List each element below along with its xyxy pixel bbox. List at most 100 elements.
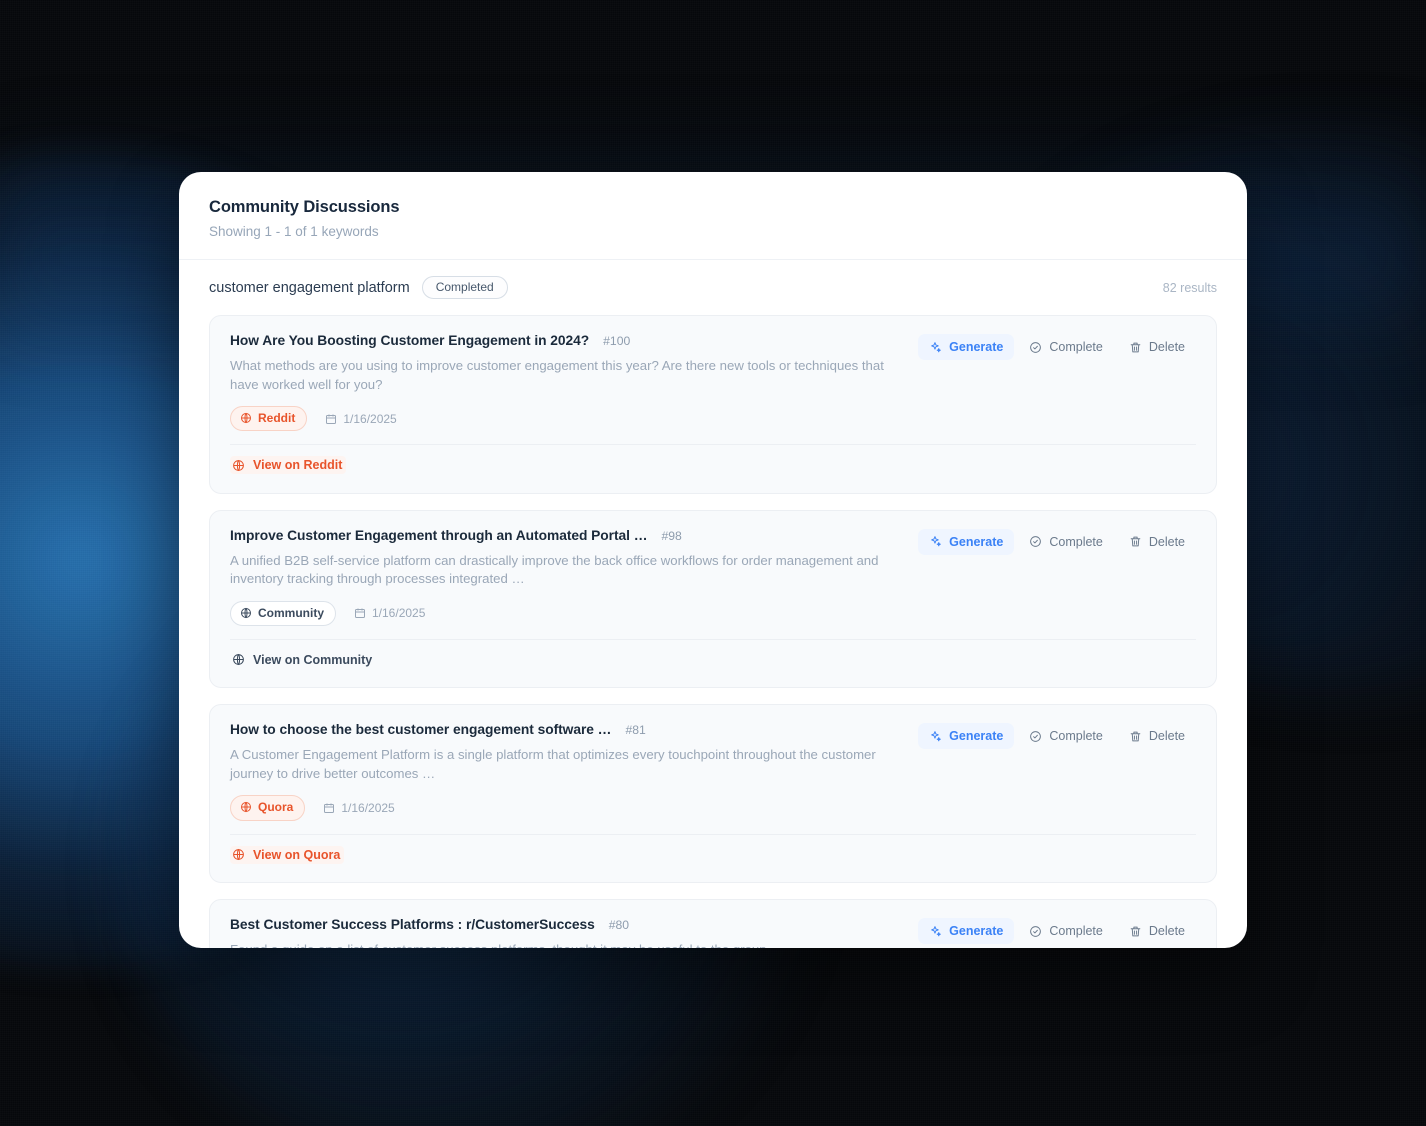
trash-icon xyxy=(1129,341,1142,354)
date-chip: 1/16/2025 xyxy=(325,411,397,426)
card-footer: View on Community xyxy=(230,638,1196,682)
discussion-title: How Are You Boosting Customer Engagement… xyxy=(230,333,590,348)
date-label: 1/16/2025 xyxy=(341,800,395,815)
trash-icon xyxy=(1129,730,1142,743)
date-label: 1/16/2025 xyxy=(372,606,426,621)
calendar-icon xyxy=(354,607,366,619)
card-meta-row: Community 1/16/2025 xyxy=(230,600,900,626)
generate-label: Generate xyxy=(949,729,1004,744)
source-badge: Community xyxy=(230,600,336,626)
results-count: 82 results xyxy=(1162,280,1217,295)
check-circle-icon xyxy=(1029,341,1042,354)
delete-button[interactable]: Delete xyxy=(1118,529,1196,555)
discussion-number: #98 xyxy=(661,528,682,543)
globe-icon xyxy=(240,801,252,813)
card-meta-row: Quora 1/16/2025 xyxy=(230,795,900,821)
complete-button[interactable]: Complete xyxy=(1018,529,1114,555)
globe-icon xyxy=(240,607,252,619)
discussion-title: How to choose the best customer engageme… xyxy=(230,722,612,738)
discussion-description: A Customer Engagement Platform is a sing… xyxy=(230,747,876,781)
discussion-card: How Are You Boosting Customer Engagement… xyxy=(209,315,1217,494)
generate-button[interactable]: Generate xyxy=(918,528,1015,555)
page-title: Community Discussions xyxy=(209,198,400,216)
generate-label: Generate xyxy=(949,534,1004,549)
delete-label: Delete xyxy=(1148,729,1185,744)
globe-icon xyxy=(232,653,245,666)
discussion-description: Found a guide on a list of customer succ… xyxy=(230,941,900,948)
discussion-card: Improve Customer Engagement through an A… xyxy=(209,509,1217,689)
card-action-group: Generate Complete Delete xyxy=(918,528,1196,555)
view-source-link[interactable]: View on Reddit xyxy=(230,456,347,475)
date-label: 1/16/2025 xyxy=(343,411,397,426)
discussion-title: Improve Customer Engagement through an A… xyxy=(230,527,648,543)
discussion-number: #100 xyxy=(603,334,631,348)
view-source-label: View on Community xyxy=(253,652,373,667)
card-title-row: Best Customer Success Platforms : r/Cust… xyxy=(230,917,900,932)
discussion-title: Best Customer Success Platforms : r/Cust… xyxy=(230,917,595,933)
source-label: Community xyxy=(258,605,324,620)
card-footer: View on Quora xyxy=(230,833,1196,877)
view-source-link[interactable]: View on Community xyxy=(230,651,376,669)
card-body: How Are You Boosting Customer Engagement… xyxy=(230,333,1196,432)
delete-button[interactable]: Delete xyxy=(1118,918,1196,944)
card-title-row: How to choose the best customer engageme… xyxy=(230,722,900,737)
complete-label: Complete xyxy=(1049,534,1103,549)
card-content: How to choose the best customer engageme… xyxy=(230,722,918,821)
card-title-row: How Are You Boosting Customer Engagement… xyxy=(230,333,900,348)
complete-button[interactable]: Complete xyxy=(1018,723,1114,749)
card-content: How Are You Boosting Customer Engagement… xyxy=(230,333,918,432)
keyword-label: customer engagement platform xyxy=(209,279,410,296)
card-body: Best Customer Success Platforms : r/Cust… xyxy=(230,917,1196,948)
results-summary: Showing 1 - 1 of 1 keywords xyxy=(209,224,379,239)
globe-icon xyxy=(232,848,245,861)
date-chip: 1/16/2025 xyxy=(323,800,395,815)
trash-icon xyxy=(1129,925,1142,938)
source-badge: Quora xyxy=(230,795,306,821)
source-label: Reddit xyxy=(258,411,296,425)
card-footer: View on Reddit xyxy=(230,444,1196,487)
delete-button[interactable]: Delete xyxy=(1118,334,1196,360)
card-content: Improve Customer Engagement through an A… xyxy=(230,528,918,626)
delete-label: Delete xyxy=(1148,924,1185,939)
delete-label: Delete xyxy=(1148,340,1185,354)
discussion-card: How to choose the best customer engageme… xyxy=(209,704,1217,884)
sparkle-icon xyxy=(929,925,942,938)
view-source-link[interactable]: View on Quora xyxy=(230,845,345,864)
check-circle-icon xyxy=(1029,535,1042,548)
delete-button[interactable]: Delete xyxy=(1118,723,1196,749)
card-body: Improve Customer Engagement through an A… xyxy=(230,528,1196,626)
complete-button[interactable]: Complete xyxy=(1018,918,1114,944)
generate-button[interactable]: Generate xyxy=(918,723,1015,750)
source-label: Quora xyxy=(258,800,294,815)
discussion-number: #81 xyxy=(625,723,646,738)
view-source-label: View on Quora xyxy=(253,847,341,862)
sparkle-icon xyxy=(929,730,942,743)
calendar-icon xyxy=(323,802,335,814)
complete-label: Complete xyxy=(1049,924,1103,939)
discussion-description: What methods are you using to improve cu… xyxy=(230,358,884,392)
date-chip: 1/16/2025 xyxy=(354,606,425,620)
status-badge: Completed xyxy=(421,276,508,299)
card-action-group: Generate Complete Delete xyxy=(918,917,1196,945)
globe-icon xyxy=(240,412,252,424)
complete-label: Complete xyxy=(1049,340,1103,354)
card-meta-row: Reddit 1/16/2025 xyxy=(230,406,900,432)
keyword-row: customer engagement platform Completed 8… xyxy=(179,260,1247,309)
card-action-group: Generate Complete Delete xyxy=(918,333,1196,360)
discussion-number: #80 xyxy=(608,918,630,933)
view-source-label: View on Reddit xyxy=(253,458,343,473)
check-circle-icon xyxy=(1029,730,1042,743)
card-content: Best Customer Success Platforms : r/Cust… xyxy=(230,917,918,948)
generate-label: Generate xyxy=(949,924,1004,939)
sparkle-icon xyxy=(929,341,942,354)
discussion-card-list: How Are You Boosting Customer Engagement… xyxy=(179,309,1247,948)
generate-button[interactable]: Generate xyxy=(918,334,1015,360)
trash-icon xyxy=(1129,535,1142,548)
community-discussions-panel: Community Discussions Showing 1 - 1 of 1… xyxy=(179,172,1247,948)
discussion-description: A unified B2B self-service platform can … xyxy=(230,552,879,587)
card-title-row: Improve Customer Engagement through an A… xyxy=(230,528,900,543)
complete-button[interactable]: Complete xyxy=(1018,334,1114,360)
generate-button[interactable]: Generate xyxy=(918,918,1015,945)
check-circle-icon xyxy=(1029,925,1042,938)
generate-label: Generate xyxy=(949,340,1004,354)
